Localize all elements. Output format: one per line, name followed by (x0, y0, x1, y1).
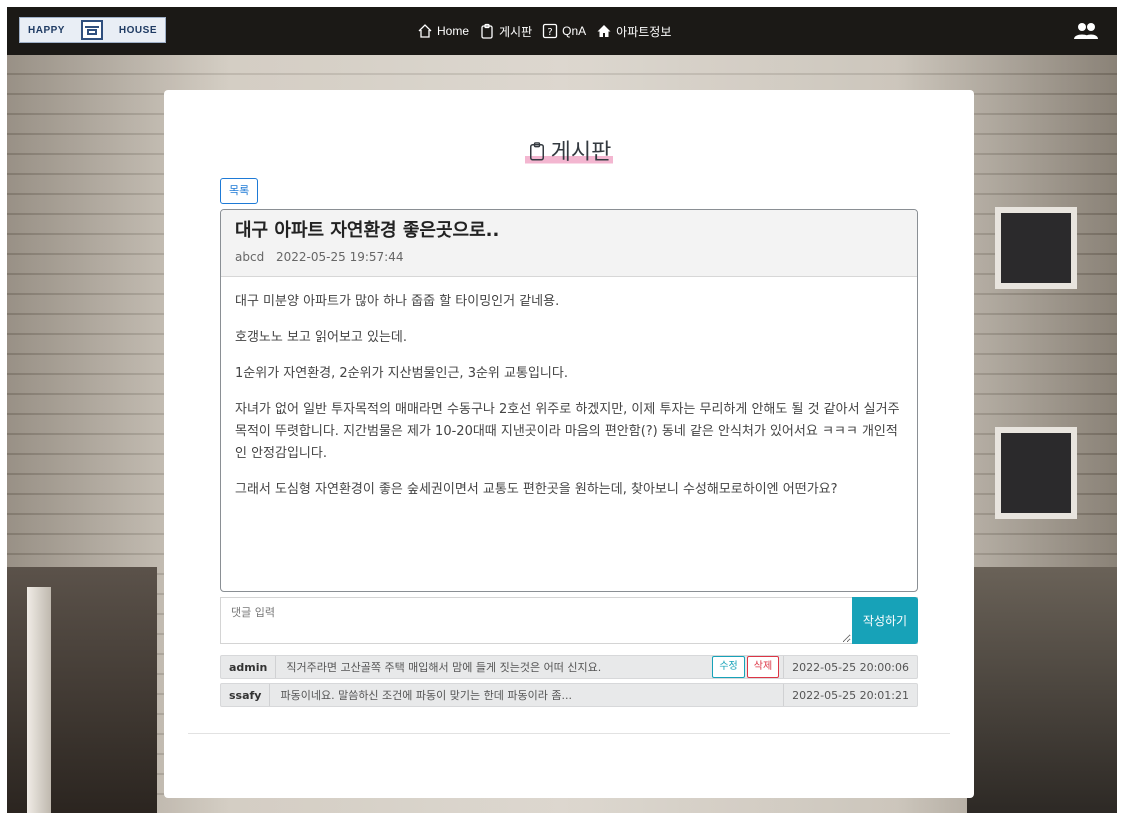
clipboard-icon (529, 142, 544, 161)
list-button[interactable]: 목록 (220, 178, 259, 204)
comment-date: 2022-05-25 20:01:21 (783, 684, 917, 706)
nav-item-home[interactable]: Home (417, 23, 469, 39)
post-author: abcd (235, 250, 265, 264)
post-body: 대구 미분양 아파트가 많아 하나 줍줍 할 타이밍인거 같네용. 호갱노노 보… (221, 277, 917, 501)
nav-item-label: Home (437, 24, 470, 38)
background-decoration (967, 567, 1117, 813)
navbar: HAPPY HOUSE Home 게시판 ? QnA 아파트정보 (7, 7, 1117, 55)
nav-item-apartment[interactable]: 아파트정보 (596, 23, 671, 40)
nav-item-label: QnA (562, 24, 587, 38)
page-frame: HAPPY HOUSE Home 게시판 ? QnA 아파트정보 게시판 목록 … (7, 7, 1117, 813)
clipboard-icon (481, 23, 493, 39)
nav-item-label: 게시판 (499, 24, 533, 39)
post-paragraph: 1순위가 자연환경, 2순위가 지산범물인근, 3순위 교통입니다. (235, 366, 568, 381)
users-icon[interactable] (1073, 21, 1099, 41)
page-title: 게시판 (164, 134, 974, 166)
comment-text: 파동이네요. 말씀하신 조건에 파동이 맞기는 한데 파동이라 좀... (280, 689, 572, 702)
post-date: 2022-05-25 19:57:44 (276, 250, 404, 264)
content-card: 게시판 목록 대구 아파트 자연환경 좋은곳으로.. abcd 2022-05-… (164, 90, 974, 798)
comment-list: admin 직거주라면 고산골쪽 주택 매입해서 맘에 들게 짓는것은 어떠 신… (220, 655, 918, 711)
post-paragraph: 대구 미분양 아파트가 많아 하나 줍줍 할 타이밍인거 같네용. (235, 294, 560, 309)
post-card: 대구 아파트 자연환경 좋은곳으로.. abcd 2022-05-25 19:5… (220, 209, 918, 592)
post-paragraph: 호갱노노 보고 읽어보고 있는데. (235, 330, 408, 345)
background-decoration (995, 207, 1077, 289)
submit-comment-button[interactable]: 작성하기 (852, 597, 918, 644)
comment-user: admin (221, 656, 277, 678)
page-title-text: 게시판 (550, 140, 612, 165)
background-decoration (995, 427, 1077, 519)
post-header: 대구 아파트 자연환경 좋은곳으로.. abcd 2022-05-25 19:5… (221, 210, 917, 277)
post-paragraph: 그래서 도심형 자연환경이 좋은 숲세권이면서 교통도 편한곳을 원하는데, 찾… (235, 482, 838, 497)
nav-links: Home 게시판 ? QnA 아파트정보 (417, 20, 671, 42)
question-icon: ? (542, 23, 558, 39)
comment-row: ssafy 파동이네요. 말씀하신 조건에 파동이 맞기는 한데 파동이라 좀.… (220, 683, 918, 707)
background-decoration (27, 587, 51, 813)
edit-comment-button[interactable]: 수정 (712, 656, 745, 678)
nav-item-label: 아파트정보 (616, 24, 672, 39)
svg-text:?: ? (547, 27, 552, 38)
comment-user: ssafy (221, 684, 271, 706)
home-icon (418, 24, 432, 38)
logo[interactable]: HAPPY HOUSE (19, 17, 166, 43)
post-paragraph: 자녀가 없어 일반 투자목적의 매매라면 수동구나 2호선 위주로 하겠지만, … (235, 402, 900, 461)
logo-text-left: HAPPY (28, 24, 65, 36)
logo-text-right: HOUSE (118, 24, 157, 36)
comment-text: 직거주라면 고산골쪽 주택 매입해서 맘에 들게 짓는것은 어떠 신지요. (286, 661, 602, 674)
delete-comment-button[interactable]: 삭제 (746, 656, 780, 678)
house-logo-icon (80, 20, 103, 40)
house-icon (597, 25, 611, 37)
comment-input[interactable] (221, 598, 851, 643)
nav-item-board[interactable]: 게시판 (479, 23, 532, 40)
nav-item-qna[interactable]: ? QnA (542, 23, 586, 39)
comment-date: 2022-05-25 20:00:06 (783, 656, 917, 678)
comment-row: admin 직거주라면 고산골쪽 주택 매입해서 맘에 들게 짓는것은 어떠 신… (220, 655, 918, 679)
post-title: 대구 아파트 자연환경 좋은곳으로.. (235, 220, 500, 241)
comment-form: 작성하기 (220, 597, 918, 644)
divider (188, 733, 950, 734)
post-meta: abcd 2022-05-25 19:57:44 (235, 250, 903, 264)
